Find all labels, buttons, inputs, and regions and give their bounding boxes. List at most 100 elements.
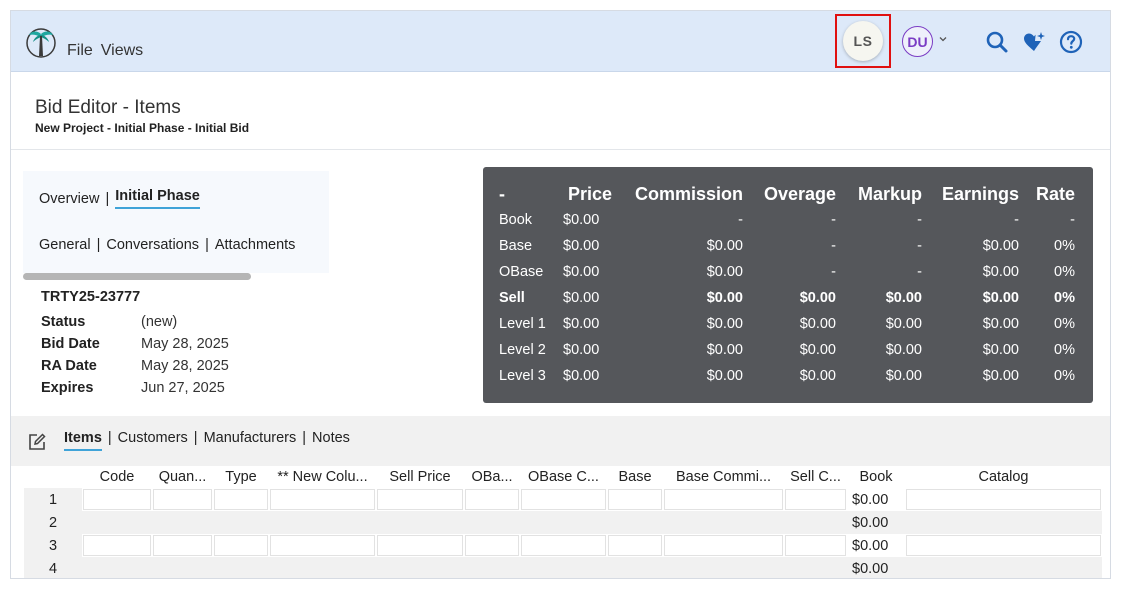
grid-cell[interactable] [269,511,376,534]
grid-cell[interactable] [520,534,607,557]
grid-cell[interactable] [607,488,663,511]
grid-cell[interactable] [152,488,213,511]
column-header-obase[interactable]: OBa... [464,466,520,488]
summary-cell: $0.00 [885,342,922,358]
items-tabs: Items | Customers | Manufacturers | Note… [64,430,350,451]
menu-file[interactable]: File [67,42,93,60]
column-header-new-column[interactable]: ** New Colu... [269,466,376,488]
grid-cell[interactable] [152,511,213,534]
tab-separator: | [107,430,112,446]
search-icon[interactable] [985,30,1009,54]
grid-cell[interactable] [905,534,1102,557]
table-row: 1 $0.00 [24,488,1102,511]
grid-cell[interactable] [663,557,784,578]
summary-cell: $0.00 [563,290,600,306]
grid-cell[interactable] [905,488,1102,511]
grid-cell[interactable] [520,488,607,511]
detail-row-ra-date: RA Date May 28, 2025 [41,355,229,377]
grid-cell[interactable] [82,488,152,511]
column-header-obase-commission[interactable]: OBase C... [520,466,607,488]
heart-sparkle-icon[interactable] [1022,30,1046,54]
grid-cell[interactable] [784,534,847,557]
grid-cell[interactable] [663,488,784,511]
palm-tree-logo-icon[interactable] [25,26,57,58]
menu-views[interactable]: Views [101,42,143,60]
detail-row-bid-date: Bid Date May 28, 2025 [41,333,229,355]
row-number: 2 [24,511,82,534]
phase-nav: Overview | Initial Phase [39,188,200,209]
nav-separator: | [205,237,209,253]
grid-cell[interactable] [269,534,376,557]
nav-conversations[interactable]: Conversations [106,237,199,253]
help-icon[interactable] [1059,30,1083,54]
edit-icon[interactable] [27,432,47,452]
detail-value: May 28, 2025 [141,358,229,374]
page-header: Bid Editor - Items New Project - Initial… [11,73,1110,150]
grid-cell[interactable] [607,534,663,557]
grid-cell[interactable] [376,488,464,511]
summary-cell: $0.00 [706,316,743,332]
chevron-down-icon[interactable] [937,33,949,45]
grid-cell[interactable] [784,511,847,534]
nav-general[interactable]: General [39,237,91,253]
grid-cell[interactable] [607,511,663,534]
horizontal-scrollbar[interactable] [23,273,251,280]
grid-cell[interactable] [607,557,663,578]
current-user-avatar[interactable]: LS [843,21,883,61]
grid-cell[interactable] [905,557,1102,578]
column-header-base-commission[interactable]: Base Commi... [663,466,784,488]
summary-cell: Level 3 [499,368,546,384]
column-header-quantity[interactable]: Quan... [152,466,213,488]
nav-attachments[interactable]: Attachments [215,237,296,253]
breadcrumb: New Project - Initial Phase - Initial Bi… [35,121,250,135]
grid-cell[interactable] [152,557,213,578]
grid-cell[interactable] [520,557,607,578]
grid-cell[interactable] [464,511,520,534]
book-cell: $0.00 [847,534,905,557]
grid-cell[interactable] [269,557,376,578]
tab-notes[interactable]: Notes [312,430,350,451]
grid-cell[interactable] [376,511,464,534]
tab-manufacturers[interactable]: Manufacturers [204,430,297,451]
grid-cell[interactable] [376,534,464,557]
grid-cell[interactable] [213,511,269,534]
grid-cell[interactable] [520,511,607,534]
grid-cell[interactable] [82,557,152,578]
user-avatar-du[interactable]: DU [902,26,933,57]
grid-cell[interactable] [464,488,520,511]
grid-cell[interactable] [464,534,520,557]
grid-cell[interactable] [213,488,269,511]
column-header-base[interactable]: Base [607,466,663,488]
column-header-catalog[interactable]: Catalog [905,466,1102,488]
grid-cell[interactable] [663,534,784,557]
tab-customers[interactable]: Customers [118,430,188,451]
column-header-code[interactable]: Code [82,466,152,488]
grid-cell[interactable] [905,511,1102,534]
grid-cell[interactable] [784,488,847,511]
summary-cell: - [917,264,922,280]
detail-label: Bid Date [41,336,100,352]
grid-cell[interactable] [269,488,376,511]
grid-cell[interactable] [464,557,520,578]
nav-overview[interactable]: Overview [39,191,99,207]
nav-initial-phase[interactable]: Initial Phase [115,188,200,209]
items-toolbar: Items | Customers | Manufacturers | Note… [11,416,1110,466]
grid-cell[interactable] [376,557,464,578]
column-header-type[interactable]: Type [213,466,269,488]
tab-items[interactable]: Items [64,430,102,451]
grid-cell[interactable] [784,557,847,578]
grid-cell[interactable] [82,511,152,534]
summary-cell: - [1014,212,1019,228]
grid-cell[interactable] [82,534,152,557]
summary-cell: - [917,238,922,254]
grid-cell[interactable] [663,511,784,534]
column-header-book[interactable]: Book [847,466,905,488]
grid-cell[interactable] [213,534,269,557]
column-header-sell-commission[interactable]: Sell C... [784,466,847,488]
summary-cell: $0.00 [706,238,743,254]
column-header-sell-price[interactable]: Sell Price [376,466,464,488]
summary-cell: $0.00 [799,368,836,384]
bid-id: TRTY25-23777 [41,289,141,305]
grid-cell[interactable] [152,534,213,557]
grid-cell[interactable] [213,557,269,578]
